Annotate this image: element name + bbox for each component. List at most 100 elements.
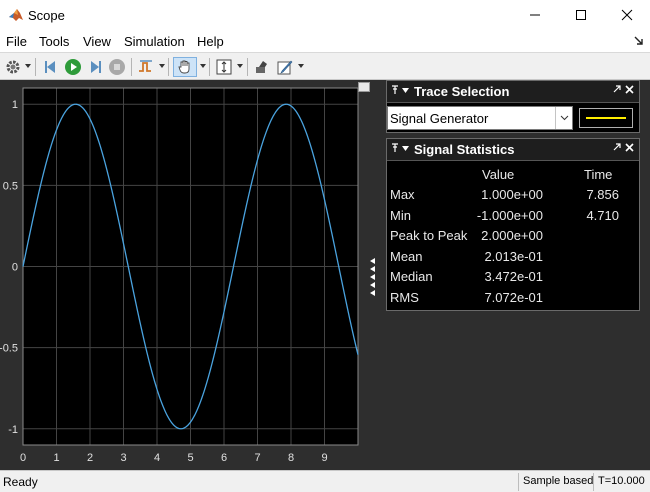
stat-value: 7.072e-01	[484, 290, 543, 305]
pan-dropdown-icon[interactable]	[200, 64, 206, 69]
menu-file[interactable]: File	[6, 34, 27, 49]
x-tick-label: 2	[87, 452, 93, 464]
table-row: Median 3.472e-01	[387, 269, 639, 289]
status-bar: Ready Sample based T=10.000	[0, 470, 650, 492]
status-text: Ready	[3, 475, 38, 489]
stat-value: 2.000e+00	[481, 228, 543, 243]
stat-label: Mean	[390, 249, 423, 264]
x-tick-label: 8	[288, 452, 294, 464]
table-row: RMS 7.072e-01	[387, 290, 639, 310]
x-tick-label: 0	[20, 452, 26, 464]
matlab-logo-icon	[8, 7, 24, 23]
x-tick-label: 1	[53, 452, 59, 464]
close-panel-icon[interactable]	[625, 85, 634, 94]
stat-time: 7.856	[586, 187, 619, 202]
stat-label: Max	[390, 187, 415, 202]
zoom-fit-button[interactable]	[214, 57, 234, 77]
y-tick-label: 0	[12, 262, 18, 274]
menu-bar: File Tools View Simulation Help	[0, 30, 650, 52]
x-tick-label: 9	[321, 452, 327, 464]
stop-button[interactable]	[107, 57, 127, 77]
table-row: Peak to Peak 2.000e+00	[387, 228, 639, 248]
step-forward-icon	[86, 58, 104, 76]
menu-simulation[interactable]: Simulation	[124, 34, 185, 49]
trigger-dropdown-icon[interactable]	[159, 64, 165, 69]
signal-statistics-panel: Signal Statistics Value Time Max 1.000e+…	[386, 138, 640, 311]
run-icon	[64, 58, 82, 76]
settings-button[interactable]	[3, 57, 23, 77]
menu-help[interactable]: Help	[197, 34, 224, 49]
pin-icon[interactable]	[391, 143, 399, 153]
y-tick-label: -1	[8, 424, 18, 436]
chevron-down-icon[interactable]	[555, 107, 572, 129]
stat-value: -1.000e+00	[477, 208, 543, 223]
undock-icon[interactable]	[358, 82, 370, 92]
scope-axes[interactable]: 012345678910.50-0.5-1	[0, 80, 384, 470]
scope-display: 012345678910.50-0.5-1 Trace Selection Si…	[0, 80, 650, 470]
step-forward-button[interactable]	[85, 57, 105, 77]
stat-value: 2.013e-01	[484, 249, 543, 264]
settings-dropdown-icon[interactable]	[25, 64, 31, 69]
x-tick-label: 3	[120, 452, 126, 464]
close-button[interactable]	[604, 0, 650, 30]
step-back-icon	[42, 58, 60, 76]
zoom-fit-dropdown-icon[interactable]	[237, 64, 243, 69]
trigger-button[interactable]	[136, 57, 156, 77]
toolbar-separator	[168, 58, 169, 76]
toolbar-separator	[209, 58, 210, 76]
maximize-icon	[575, 9, 587, 21]
window-title: Scope	[28, 8, 65, 23]
step-back-button[interactable]	[41, 57, 61, 77]
time-column-header: Time	[584, 167, 612, 182]
table-row: Mean 2.013e-01	[387, 249, 639, 269]
run-button[interactable]	[63, 57, 83, 77]
stat-label: Min	[390, 208, 411, 223]
trace-selection-title: Trace Selection	[414, 84, 509, 99]
menu-view[interactable]: View	[83, 34, 111, 49]
sample-mode-indicator: Sample based	[518, 473, 597, 491]
x-tick-label: 6	[221, 452, 227, 464]
toolbar	[0, 52, 650, 80]
panel-menu-icon[interactable]	[402, 146, 409, 152]
signal-select-value: Signal Generator	[390, 111, 488, 126]
dock-arrow-icon[interactable]	[634, 36, 644, 46]
title-bar: Scope	[0, 0, 650, 30]
signal-statistics-title: Signal Statistics	[414, 142, 514, 157]
edit-dropdown-icon[interactable]	[298, 64, 304, 69]
stat-label: Median	[390, 269, 433, 284]
panel-menu-icon[interactable]	[402, 88, 409, 94]
minimize-button[interactable]	[512, 0, 558, 30]
pan-button[interactable]	[173, 57, 197, 77]
trace-selection-header: Trace Selection	[387, 81, 639, 103]
maximize-button[interactable]	[558, 0, 604, 30]
toolbar-separator	[35, 58, 36, 76]
x-tick-label: 5	[187, 452, 193, 464]
close-panel-icon[interactable]	[625, 143, 634, 152]
legend-collapse-icon[interactable]	[370, 258, 378, 298]
trace-selection-body: Signal Generator	[387, 103, 639, 133]
stat-label: RMS	[390, 290, 419, 305]
trace-line-sample	[586, 117, 626, 119]
y-tick-label: 1	[12, 99, 18, 111]
edit-button[interactable]	[275, 57, 295, 77]
toolbar-separator	[131, 58, 132, 76]
zoom-fit-icon	[215, 58, 233, 76]
trigger-icon	[137, 58, 155, 76]
undock-panel-icon[interactable]	[613, 85, 621, 93]
edit-icon	[276, 58, 294, 76]
trace-color-swatch[interactable]	[579, 108, 633, 128]
statistics-table: Value Time Max 1.000e+00 7.856 Min -1.00…	[387, 161, 639, 311]
y-tick-label: -0.5	[0, 343, 18, 355]
stat-label: Peak to Peak	[390, 228, 467, 243]
simulation-time: T=10.000	[593, 473, 649, 491]
menu-tools[interactable]: Tools	[39, 34, 69, 49]
minimize-icon	[529, 9, 541, 21]
highlight-block-button[interactable]	[252, 57, 272, 77]
pan-icon	[176, 58, 194, 76]
x-tick-label: 7	[254, 452, 260, 464]
pin-icon[interactable]	[391, 85, 399, 95]
undock-panel-icon[interactable]	[613, 143, 621, 151]
stop-icon	[108, 58, 126, 76]
table-row: Min -1.000e+00 4.710	[387, 208, 639, 228]
signal-select[interactable]: Signal Generator	[387, 106, 573, 130]
